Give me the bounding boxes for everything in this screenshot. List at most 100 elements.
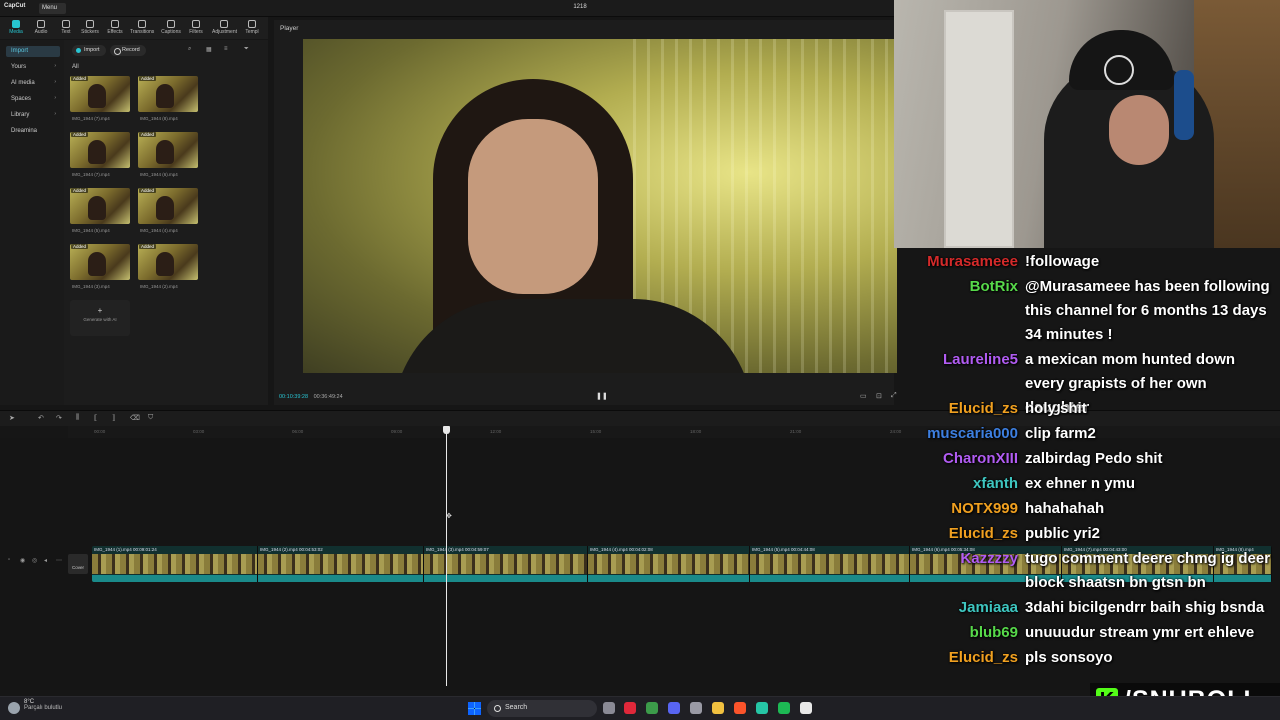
audio-waveform — [258, 575, 423, 582]
split-right-icon[interactable]: ⟧ — [112, 414, 115, 422]
timeline-clip[interactable]: IMG_1944 (2).mp4 00:04:53:02 — [258, 546, 424, 582]
sidebar-item-label: Dreamina — [11, 128, 38, 134]
sticker-icon — [86, 20, 94, 28]
more-icon[interactable]: ⋯ — [56, 557, 62, 564]
record-button[interactable]: Record — [110, 45, 146, 56]
capcut-icon[interactable] — [756, 702, 768, 714]
tab-stickers[interactable]: Stickers — [78, 19, 102, 37]
media-item[interactable]: Added IMG_1944 (5).mp4 — [70, 188, 130, 236]
brave-icon[interactable] — [734, 702, 746, 714]
chevron-right-icon: › — [54, 79, 56, 85]
generate-label: Generate with AI — [83, 317, 117, 322]
ruler-tick: 09:00 — [391, 429, 403, 434]
video-preview[interactable] — [303, 39, 897, 373]
ruler-tick: 21:00 — [790, 429, 802, 434]
video-thumbnail — [138, 76, 198, 112]
chat-text: public yri2 — [1025, 525, 1101, 542]
split-left-icon[interactable]: ⟦ — [94, 414, 97, 422]
media-item[interactable]: Added IMG_1944 (2).mp4 — [138, 244, 198, 292]
video-thumbnail — [138, 132, 198, 168]
redo-icon[interactable]: ↷ — [56, 414, 62, 422]
ruler-tick: 15:00 — [590, 429, 602, 434]
generate-with-ai-button[interactable]: + Generate with AI — [70, 300, 130, 336]
settings-icon[interactable] — [690, 702, 702, 714]
chat-text: @Murasameee has been following this chan… — [1025, 278, 1270, 343]
audio-waveform — [92, 575, 257, 582]
shield-icon[interactable]: ⛉ — [148, 414, 153, 422]
clip-frames — [258, 554, 423, 574]
sort-icon[interactable]: ≡ — [224, 46, 228, 52]
chrome-icon[interactable] — [646, 702, 658, 714]
tab-transitions[interactable]: Transitions — [130, 19, 154, 37]
search-icon[interactable]: ⌕ — [188, 46, 191, 53]
editor-icon[interactable] — [800, 702, 812, 714]
zoom-fit-icon[interactable]: ⊡ — [876, 392, 882, 400]
stream-chat: Murasameee !followage BotRix @Murasameee ha… — [900, 250, 1280, 670]
media-item[interactable]: Added IMG_1944 (3).mp4 — [70, 244, 130, 292]
media-item[interactable]: Added IMG_1944 (7).mp4 — [70, 132, 130, 180]
discord-icon[interactable] — [668, 702, 680, 714]
tab-adjustment[interactable]: Adjustment — [212, 19, 237, 37]
file-explorer-icon[interactable] — [712, 702, 724, 714]
menu-button[interactable]: Menu — [39, 3, 66, 14]
tab-media[interactable]: Media — [4, 19, 28, 37]
filter-icon — [192, 20, 200, 28]
opera-icon[interactable] — [624, 702, 636, 714]
split-icon[interactable]: ⫼ — [76, 414, 79, 422]
filter-icon[interactable]: ⏷ — [244, 46, 249, 53]
grid-view-icon[interactable]: ▦ — [206, 46, 212, 53]
added-badge: Added — [139, 76, 157, 81]
delete-icon[interactable]: ⌫ — [130, 414, 140, 422]
timeline-clip[interactable]: IMG_1944 (5).mp4 00:04:44:08 — [750, 546, 910, 582]
tab-filters[interactable]: Filters — [184, 19, 208, 37]
lock-icon[interactable]: ▫ — [8, 557, 10, 563]
sidebar-item-dreamina[interactable]: Dreamina — [6, 126, 60, 137]
media-item[interactable]: Added IMG_1944 (8).mp4 — [138, 76, 198, 124]
tab-text[interactable]: Text — [54, 19, 78, 37]
eye-icon[interactable]: ◎ — [32, 557, 37, 564]
ratio-icon[interactable]: ▭ — [860, 392, 867, 400]
spotify-icon[interactable] — [778, 702, 790, 714]
chat-text: zalbirdag Pedo shit — [1025, 450, 1163, 467]
cover-button[interactable]: Cover — [68, 554, 88, 574]
video-thumbnail — [138, 244, 198, 280]
chat-username: Elucid_zs — [948, 525, 1018, 542]
ruler-tick: 18:00 — [690, 429, 702, 434]
media-item[interactable]: Added IMG_1944 (4).mp4 — [138, 188, 198, 236]
timeline-clip[interactable]: IMG_1944 (4).mp4 00:04:02:08 — [588, 546, 750, 582]
pause-icon[interactable]: ❚❚ — [596, 392, 608, 400]
mute-icon[interactable]: ◂ — [44, 557, 47, 564]
chat-text: !followage — [1025, 253, 1100, 270]
taskbar-search[interactable]: Search — [487, 700, 597, 717]
tab-label: Filters — [189, 29, 203, 35]
hide-track-icon[interactable]: ◉ — [20, 557, 25, 564]
sidebar-item-ai-media[interactable]: AI media › — [6, 78, 60, 89]
media-item[interactable]: Added IMG_1944 (6).mp4 — [138, 132, 198, 180]
sidebar-item-yours[interactable]: Yours › — [6, 62, 60, 73]
tab-templates[interactable]: Templ — [240, 19, 264, 37]
chat-text: unuuudur stream ymr ert ehleve — [1025, 624, 1255, 641]
media-item[interactable]: Added IMG_1944 (7).mp4 — [70, 76, 130, 124]
select-tool-icon[interactable]: ➤ — [9, 414, 15, 422]
playhead[interactable] — [446, 426, 447, 686]
import-button[interactable]: Import — [72, 45, 106, 56]
cloud-icon — [8, 702, 20, 714]
sidebar-item-import[interactable]: Import — [6, 46, 60, 57]
video-subject-face — [468, 119, 598, 294]
sidebar-item-library[interactable]: Library › — [6, 110, 60, 121]
media-item-name: IMG_1944 (3).mp4 — [72, 284, 110, 289]
task-view-icon[interactable] — [603, 702, 615, 714]
weather-widget[interactable]: 8°C Parçalı bulutlu — [8, 699, 62, 714]
audio-waveform — [588, 575, 749, 582]
timeline-clip[interactable]: IMG_1944 (1).mp4 00:09:01:24 — [92, 546, 258, 582]
tab-captions[interactable]: Captions — [159, 19, 183, 37]
fullscreen-icon[interactable]: ⤢ — [891, 392, 897, 400]
windows-start-icon[interactable] — [468, 702, 481, 715]
sidebar-item-spaces[interactable]: Spaces › — [6, 94, 60, 105]
tab-audio[interactable]: Audio — [29, 19, 53, 37]
audio-icon — [37, 20, 45, 28]
undo-icon[interactable]: ↶ — [38, 414, 44, 422]
tab-effects[interactable]: Effects — [103, 19, 127, 37]
timeline-clip[interactable]: IMG_1944 (3).mp4 00:04:59:07 — [424, 546, 588, 582]
clip-label: IMG_1944 (8).mp4 — [1216, 547, 1254, 552]
